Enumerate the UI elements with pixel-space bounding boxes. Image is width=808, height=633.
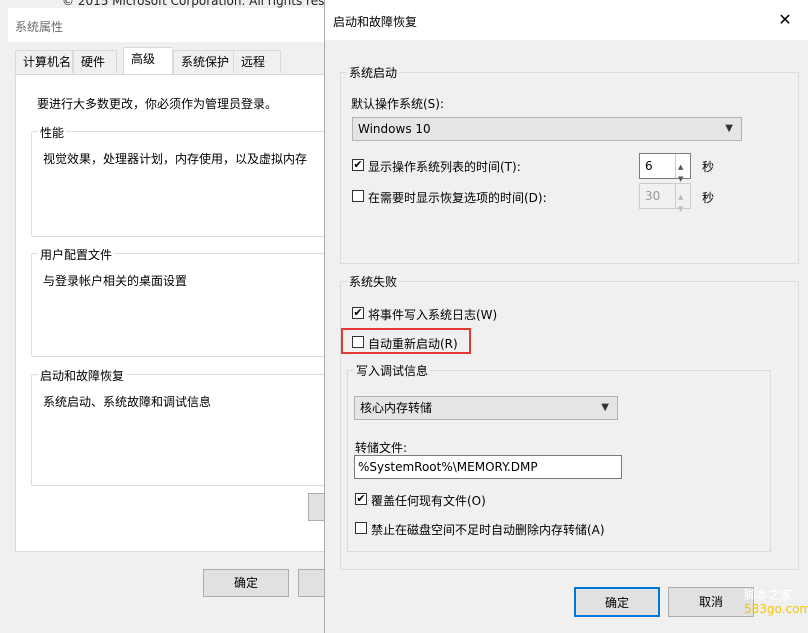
watermark-line1: 脚本之家 [744,588,793,602]
watermark: 脚本之家 583go.com [718,588,808,632]
debug-info-title: 写入调试信息 [354,362,431,379]
dialog-title: 启动和故障恢复 [333,15,418,29]
tab-system-protection[interactable]: 系统保护 [173,50,235,73]
show-os-list-time-input[interactable]: 6 ▲ ▼ [639,153,691,183]
chevron-down-icon: ▼ [725,123,733,134]
system-properties-title: 系统属性 [15,20,64,34]
default-os-value: Windows 10 [358,122,431,136]
show-recovery-time-input: 30 ▲ ▼ [639,183,691,213]
tab-advanced[interactable]: 高级 [123,47,173,74]
dialog-ok-button[interactable]: 确定 [574,587,660,617]
show-os-list-spinner[interactable]: ▲ ▼ [675,154,690,183]
show-os-list-unit: 秒 [702,160,715,174]
watermark-line2: 583go.com [744,602,808,616]
default-os-label: 默认操作系统(S): [351,97,445,111]
system-properties-ok-button[interactable]: 确定 [203,569,289,597]
overwrite-label: 覆盖任何现有文件(O) [371,494,486,508]
show-recovery-checkbox[interactable] [352,190,364,202]
user-profile-group: 用户配置文件 与登录帐户相关的桌面设置 [31,246,353,357]
overwrite-checkbox[interactable]: ✔ [355,493,367,505]
write-event-checkbox[interactable]: ✔ [352,307,364,319]
dump-file-input[interactable]: %SystemRoot%\MEMORY.DMP [354,455,622,479]
copyright-text: © 2015 Microsoft Corporation. All rights… [62,0,363,8]
admin-notice: 要进行大多数更改，你必须作为管理员登录。 [37,97,278,111]
performance-description: 视觉效果，处理器计划，内存使用，以及虚拟内存 [43,152,308,166]
user-profile-description: 与登录帐户相关的桌面设置 [43,274,188,288]
performance-group: 性能 视觉效果，处理器计划，内存使用，以及虚拟内存 [31,124,353,237]
chevron-down-icon: ▼ [601,402,609,413]
show-recovery-time-value: 30 [645,189,661,203]
close-icon[interactable]: ✕ [775,10,795,30]
show-recovery-unit: 秒 [702,191,715,205]
startup-recovery-dialog: 启动和故障恢复 ✕ 系统启动 默认操作系统(S): Windows 10 ▼ ✔… [324,0,808,633]
dump-type-select[interactable]: 核心内存转储 ▼ [354,396,618,420]
startup-recovery-description: 系统启动、系统故障和调试信息 [43,395,212,409]
tab-hardware[interactable]: 硬件 [73,50,117,73]
startup-recovery-group: 启动和故障恢复 系统启动、系统故障和调试信息 [31,367,353,486]
spin-down-icon: ▼ [678,205,684,213]
disable-auto-delete-checkbox[interactable] [355,522,367,534]
show-recovery-label: 在需要时显示恢复选项的时间(D): [368,191,547,205]
system-startup-title: 系统启动 [347,64,400,81]
write-event-label: 将事件写入系统日志(W) [368,308,498,322]
show-recovery-spinner: ▲ ▼ [675,184,690,213]
debug-info-group: 写入调试信息 核心内存转储 ▼ 转储文件: %SystemRoot%\MEMOR… [347,362,771,552]
performance-title: 性能 [38,124,67,141]
system-failure-title: 系统失败 [347,273,400,290]
startup-recovery-title: 启动和故障恢复 [38,367,127,384]
user-profile-title: 用户配置文件 [38,246,115,263]
system-startup-group: 系统启动 默认操作系统(S): Windows 10 ▼ ✔ 显示操作系统列表的… [340,64,799,264]
auto-restart-highlight [341,328,471,354]
dump-type-value: 核心内存转储 [360,401,433,415]
show-os-list-time-value: 6 [645,159,653,173]
show-os-list-label: 显示操作系统列表的时间(T): [368,160,521,174]
tab-remote[interactable]: 远程 [233,50,281,73]
disable-auto-delete-label: 禁止在磁盘空间不足时自动删除内存转储(A) [371,523,605,537]
show-os-list-checkbox[interactable]: ✔ [352,159,364,171]
default-os-select[interactable]: Windows 10 ▼ [352,117,742,141]
system-failure-group: 系统失败 ✔ 将事件写入系统日志(W) 自动重新启动(R) 写入调试信息 核心内… [340,273,799,570]
tab-computer-name[interactable]: 计算机名 [15,50,73,73]
dump-file-label: 转储文件: [355,441,408,455]
advanced-tab-panel: 要进行大多数更改，你必须作为管理员登录。 性能 视觉效果，处理器计划，内存使用，… [15,74,353,552]
